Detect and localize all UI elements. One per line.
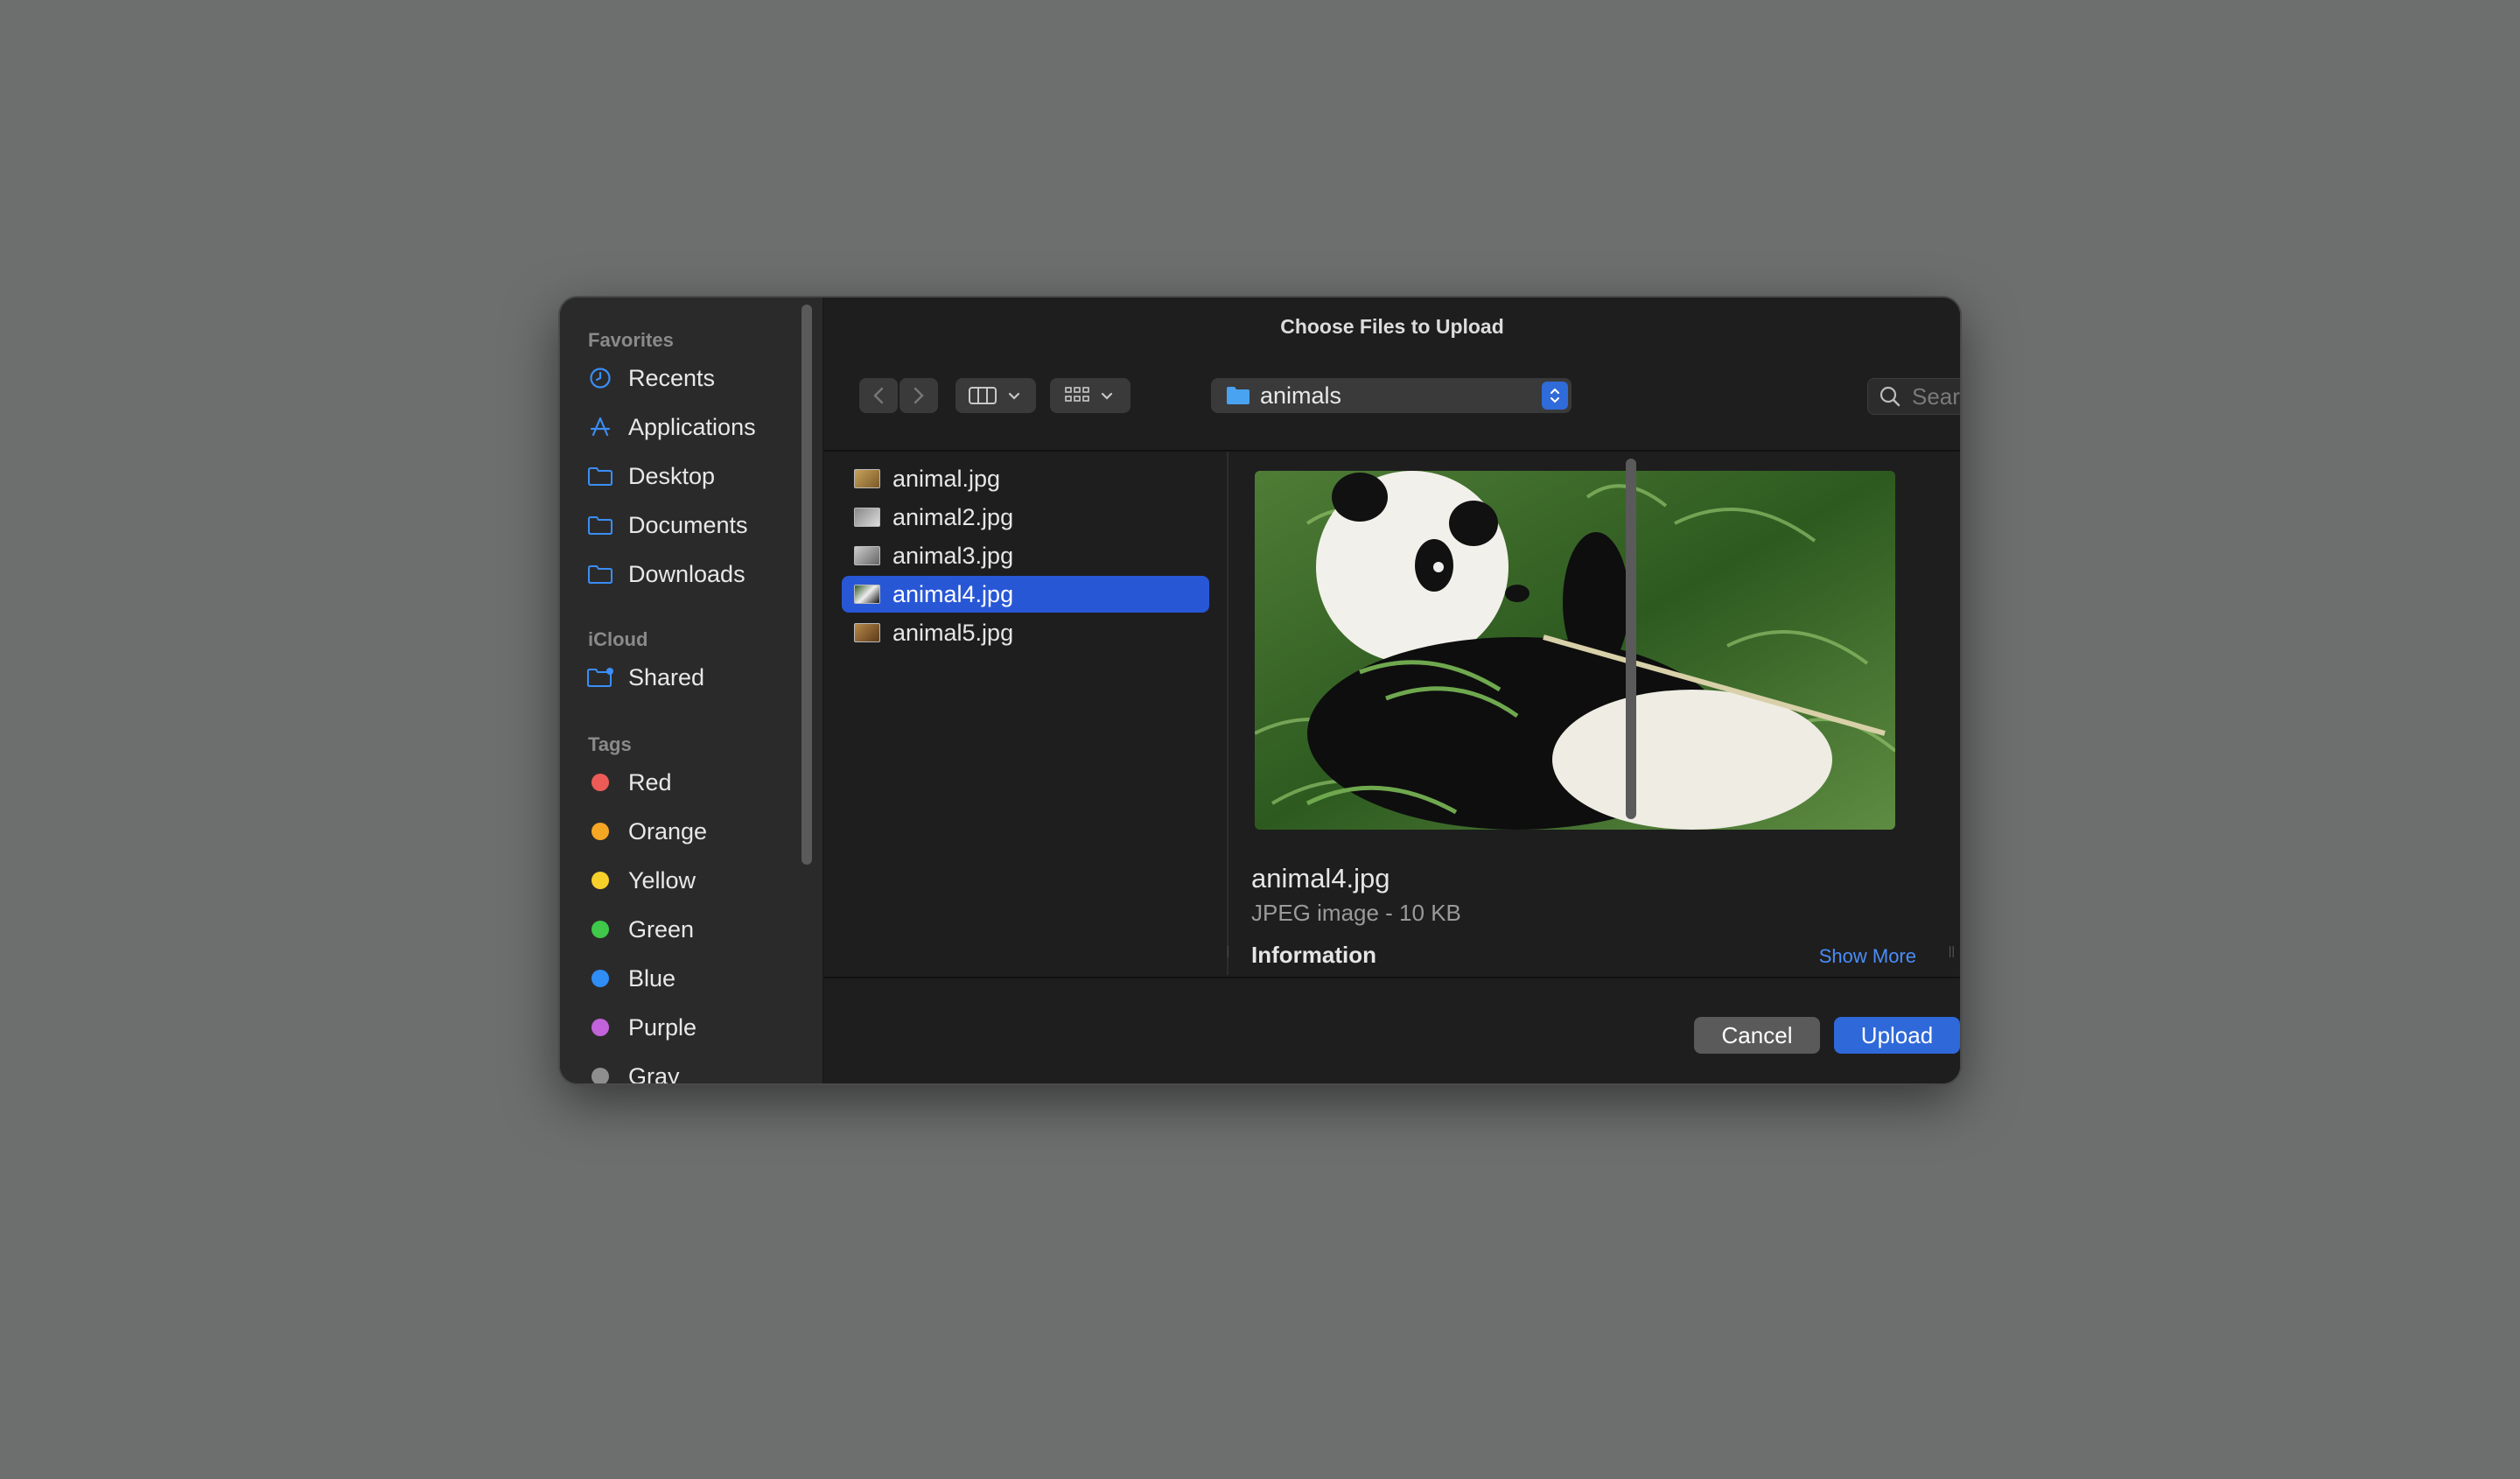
sidebar-tag-blue[interactable]: Blue bbox=[586, 959, 796, 998]
folder-icon bbox=[586, 562, 614, 586]
sidebar-item-label: Gray bbox=[628, 1062, 680, 1084]
image-thumbnail-icon bbox=[854, 546, 880, 565]
file-name: animal3.jpg bbox=[892, 542, 1014, 569]
sidebar: Favorites Recents Applications Desktop D… bbox=[560, 298, 824, 1083]
tag-dot-icon bbox=[586, 1064, 614, 1083]
cancel-button[interactable]: Cancel bbox=[1694, 1017, 1820, 1054]
file-name: animal5.jpg bbox=[892, 619, 1014, 646]
file-row[interactable]: animal3.jpg bbox=[842, 537, 1209, 574]
icloud-heading: iCloud bbox=[588, 628, 648, 650]
forward-button[interactable] bbox=[900, 378, 938, 413]
file-row[interactable]: animal5.jpg bbox=[842, 614, 1209, 651]
tags-heading: Tags bbox=[588, 733, 632, 755]
column-resize-handle[interactable]: || bbox=[1949, 943, 1955, 957]
sidebar-item-downloads[interactable]: Downloads bbox=[586, 555, 796, 593]
image-thumbnail-icon bbox=[854, 508, 880, 527]
sidebar-tag-gray[interactable]: Gray bbox=[586, 1057, 796, 1083]
sidebar-scrollbar[interactable] bbox=[802, 305, 812, 865]
columns-view-icon bbox=[969, 387, 997, 404]
back-button[interactable] bbox=[859, 378, 898, 413]
file-row[interactable]: animal.jpg bbox=[842, 460, 1209, 497]
group-by-button[interactable] bbox=[1050, 378, 1130, 413]
search-field[interactable] bbox=[1867, 378, 1960, 415]
sidebar-item-label: Green bbox=[628, 915, 695, 943]
search-icon bbox=[1880, 386, 1900, 407]
file-row[interactable]: animal2.jpg bbox=[842, 499, 1209, 536]
sidebar-item-label: Downloads bbox=[628, 560, 746, 587]
sidebar-item-label: Documents bbox=[628, 511, 748, 538]
preview-scrollbar[interactable] bbox=[1626, 459, 1636, 819]
shared-folder-icon bbox=[586, 665, 614, 690]
panda-preview-image bbox=[1255, 471, 1895, 830]
tag-dot-icon bbox=[586, 1015, 614, 1040]
sidebar-tag-red[interactable]: Red bbox=[586, 763, 796, 802]
information-heading: Information bbox=[1251, 942, 1376, 968]
chevron-left-icon bbox=[873, 387, 884, 404]
file-upload-dialog: Favorites Recents Applications Desktop D… bbox=[560, 298, 1960, 1083]
sidebar-item-recents[interactable]: Recents bbox=[586, 359, 796, 397]
folder-icon bbox=[1225, 384, 1251, 407]
sidebar-tag-yellow[interactable]: Yellow bbox=[586, 861, 796, 900]
tag-dot-icon bbox=[586, 770, 614, 795]
file-list-column: animal.jpg animal2.jpg animal3.jpg anima… bbox=[824, 452, 1233, 975]
sidebar-item-desktop[interactable]: Desktop bbox=[586, 457, 796, 495]
sidebar-tag-purple[interactable]: Purple bbox=[586, 1008, 796, 1047]
grid-icon bbox=[1065, 387, 1089, 402]
popup-stepper-icon bbox=[1542, 382, 1568, 410]
sidebar-item-label: Desktop bbox=[628, 462, 716, 489]
clock-icon bbox=[586, 366, 614, 390]
sidebar-tag-green[interactable]: Green bbox=[586, 910, 796, 949]
tag-dot-icon bbox=[586, 966, 614, 991]
image-thumbnail-icon bbox=[854, 469, 880, 488]
favorites-heading: Favorites bbox=[588, 329, 674, 351]
sidebar-item-label: Purple bbox=[628, 1013, 697, 1041]
tag-dot-icon bbox=[586, 819, 614, 844]
folder-icon bbox=[586, 464, 614, 488]
applications-icon bbox=[586, 415, 614, 439]
file-name: animal4.jpg bbox=[892, 580, 1014, 607]
dialog-footer: Cancel Upload bbox=[824, 977, 1960, 1083]
sidebar-item-label: Blue bbox=[628, 964, 676, 992]
sidebar-item-label: Applications bbox=[628, 413, 756, 440]
preview-file-kind: JPEG image - 10 KB bbox=[1251, 900, 1461, 926]
file-row-selected[interactable]: animal4.jpg bbox=[842, 576, 1209, 613]
sidebar-item-shared[interactable]: Shared bbox=[586, 658, 796, 697]
chevron-down-icon bbox=[1008, 392, 1020, 400]
sidebar-item-label: Orange bbox=[628, 817, 708, 845]
file-name: animal.jpg bbox=[892, 465, 1001, 492]
sidebar-item-documents[interactable]: Documents bbox=[586, 506, 796, 544]
sidebar-item-applications[interactable]: Applications bbox=[586, 408, 796, 446]
chevron-right-icon bbox=[914, 387, 924, 404]
sidebar-item-label: Shared bbox=[628, 663, 705, 690]
sidebar-item-label: Yellow bbox=[628, 866, 696, 894]
view-mode-button[interactable] bbox=[956, 378, 1036, 413]
location-popup[interactable]: animals bbox=[1211, 378, 1572, 413]
location-label: animals bbox=[1260, 382, 1342, 409]
search-input[interactable] bbox=[1910, 382, 1960, 411]
tag-dot-icon bbox=[586, 868, 614, 893]
image-thumbnail-icon bbox=[854, 623, 880, 642]
sidebar-item-label: Recents bbox=[628, 364, 716, 391]
upload-button[interactable]: Upload bbox=[1834, 1017, 1960, 1054]
sidebar-tag-orange[interactable]: Orange bbox=[586, 812, 796, 851]
file-name: animal2.jpg bbox=[892, 503, 1014, 530]
preview-pane: animal4.jpg JPEG image - 10 KB Informati… bbox=[1228, 452, 1960, 975]
chevron-down-icon bbox=[1101, 392, 1113, 400]
dialog-title: Choose Files to Upload bbox=[1280, 315, 1504, 338]
image-thumbnail-icon bbox=[854, 585, 880, 604]
browser-pane: Choose Files to Upload animals Search an… bbox=[824, 298, 1960, 1083]
tag-dot-icon bbox=[586, 917, 614, 942]
folder-icon bbox=[586, 513, 614, 537]
preview-file-name: animal4.jpg bbox=[1251, 863, 1390, 894]
sidebar-item-label: Red bbox=[628, 768, 672, 796]
show-more-link[interactable]: Show More bbox=[1819, 945, 1916, 968]
